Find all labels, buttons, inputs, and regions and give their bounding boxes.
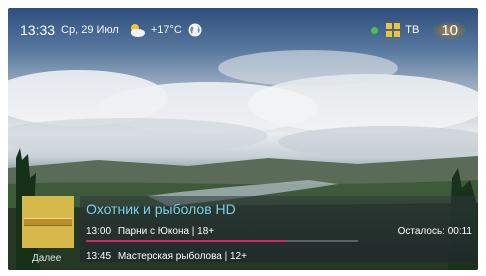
next-program: 13:45 Мастерская рыболова | 12+ [86, 251, 247, 262]
channel-logo [22, 196, 74, 248]
date: Ср, 29 Июл [61, 24, 119, 36]
channel-name: Охотник и рыболов HD [86, 201, 236, 217]
grid-icon[interactable] [386, 23, 401, 37]
temperature: +17°C [150, 24, 182, 36]
program-progress-fill [86, 240, 285, 242]
source-label[interactable]: ТВ [405, 24, 419, 36]
globe-icon[interactable] [188, 23, 202, 37]
status-right: ТВ 10 [371, 21, 466, 39]
current-program: 13:00 Парни с Юкона | 18+ [86, 226, 214, 237]
next-program-time: 13:45 [86, 251, 112, 262]
tv-screen: 13:33 Ср, 29 Июл +17°C ТВ 10 Далее Охотн… [8, 8, 478, 270]
program-info: Охотник и рыболов HD 13:00 Парни с Юкона… [80, 196, 476, 262]
next-program-title: Мастерская рыболова | 12+ [117, 251, 247, 262]
channel-number: 10 [433, 21, 466, 39]
clock: 13:33 [20, 22, 56, 38]
current-program-time: 13:00 [86, 226, 112, 237]
next-label: Далее [32, 253, 62, 264]
current-program-title: Парни с Юкона | 18+ [117, 226, 215, 237]
channel-info-panel: Далее Охотник и рыболов HD 13:00 Парни с… [22, 196, 476, 264]
time-remaining: Осталось: 00:11 [397, 226, 472, 237]
program-progress-bar [86, 240, 358, 242]
partly-cloudy-icon [127, 22, 147, 38]
channel-logo-image [24, 218, 72, 226]
status-bar: 13:33 Ср, 29 Июл +17°C ТВ 10 [20, 19, 466, 41]
connection-status-indicator [371, 26, 379, 34]
